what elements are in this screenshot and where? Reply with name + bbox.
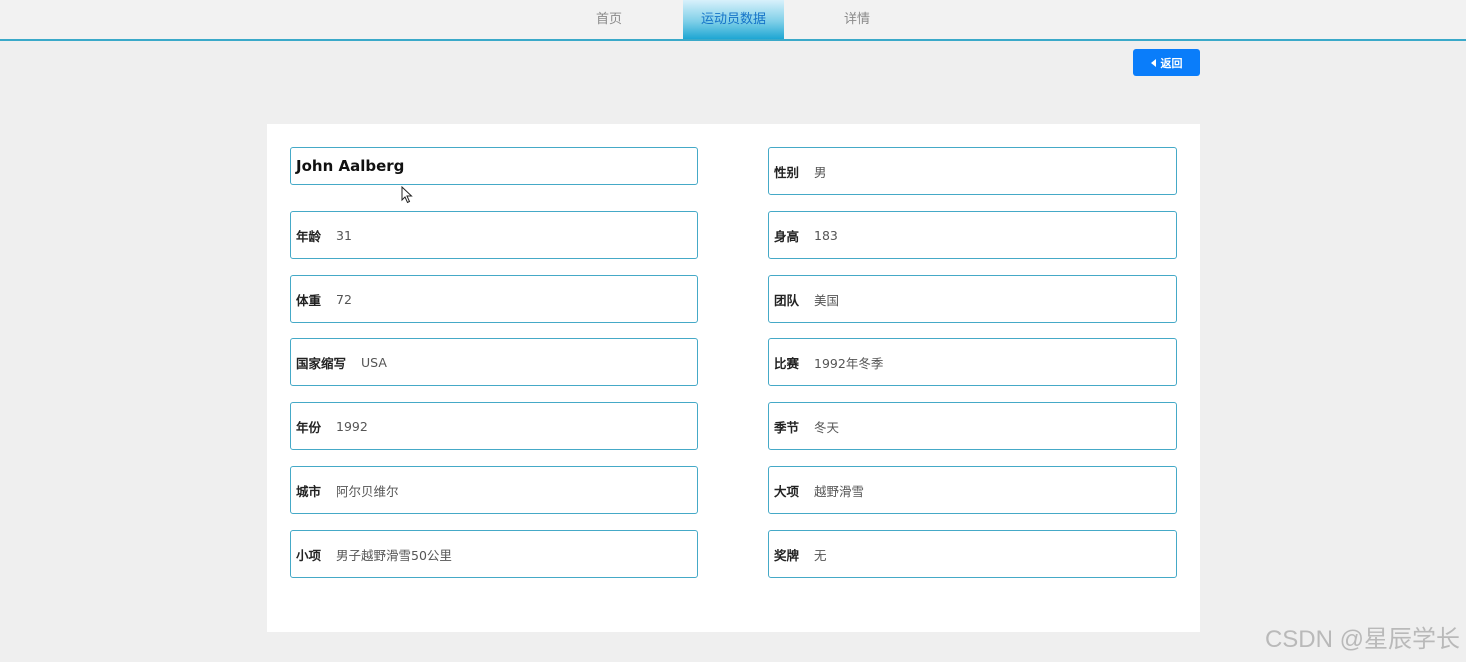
athlete-name: John Aalberg — [296, 157, 405, 175]
season-field: 季节 冬天 — [768, 402, 1177, 450]
noc-value: USA — [361, 354, 387, 370]
back-button[interactable]: 返回 — [1133, 49, 1200, 76]
weight-field: 体重 72 — [290, 275, 698, 323]
city-field: 城市 阿尔贝维尔 — [290, 466, 698, 514]
top-nav: 首页 运动员数据 详情 — [0, 0, 1466, 41]
medal-label: 奖牌 — [774, 547, 800, 563]
city-label: 城市 — [296, 483, 322, 499]
age-value: 31 — [336, 227, 352, 243]
year-label: 年份 — [296, 419, 322, 435]
age-field: 年龄 31 — [290, 211, 698, 259]
team-value: 美国 — [814, 292, 840, 308]
medal-field: 奖牌 无 — [768, 530, 1177, 578]
medal-value: 无 — [814, 547, 827, 563]
season-value: 冬天 — [814, 419, 840, 435]
year-value: 1992 — [336, 418, 368, 434]
team-label: 团队 — [774, 292, 800, 308]
event-label: 小项 — [296, 547, 322, 563]
season-label: 季节 — [774, 419, 800, 435]
tab-athlete-data[interactable]: 运动员数据 — [683, 0, 784, 39]
event-field: 小项 男子越野滑雪50公里 — [290, 530, 698, 578]
height-field: 身高 183 — [768, 211, 1177, 259]
tab-home[interactable]: 首页 — [560, 0, 658, 39]
gender-label: 性别 — [774, 164, 800, 180]
team-field: 团队 美国 — [768, 275, 1177, 323]
watermark: CSDN @星辰学长 — [1264, 626, 1460, 653]
tab-detail[interactable]: 详情 — [808, 0, 906, 39]
sport-label: 大项 — [774, 483, 800, 499]
games-field: 比赛 1992年冬季 — [768, 338, 1177, 386]
games-value: 1992年冬季 — [814, 355, 884, 371]
gender-field: 性别 男 — [768, 147, 1177, 195]
mouse-cursor-icon — [401, 186, 413, 204]
weight-value: 72 — [336, 291, 352, 307]
games-label: 比赛 — [774, 355, 800, 371]
height-value: 183 — [814, 227, 838, 243]
year-field: 年份 1992 — [290, 402, 698, 450]
gender-value: 男 — [814, 164, 827, 180]
age-label: 年龄 — [296, 228, 322, 244]
caret-left-icon — [1150, 58, 1156, 67]
sport-value: 越野滑雪 — [814, 483, 865, 499]
event-value: 男子越野滑雪50公里 — [336, 547, 452, 563]
noc-field: 国家缩写 USA — [290, 338, 698, 386]
weight-label: 体重 — [296, 292, 322, 308]
height-label: 身高 — [774, 228, 800, 244]
noc-label: 国家缩写 — [296, 355, 347, 371]
sport-field: 大项 越野滑雪 — [768, 466, 1177, 514]
city-value: 阿尔贝维尔 — [336, 483, 399, 499]
athlete-name-field: John Aalberg — [290, 147, 698, 185]
back-button-label: 返回 — [1160, 56, 1183, 70]
